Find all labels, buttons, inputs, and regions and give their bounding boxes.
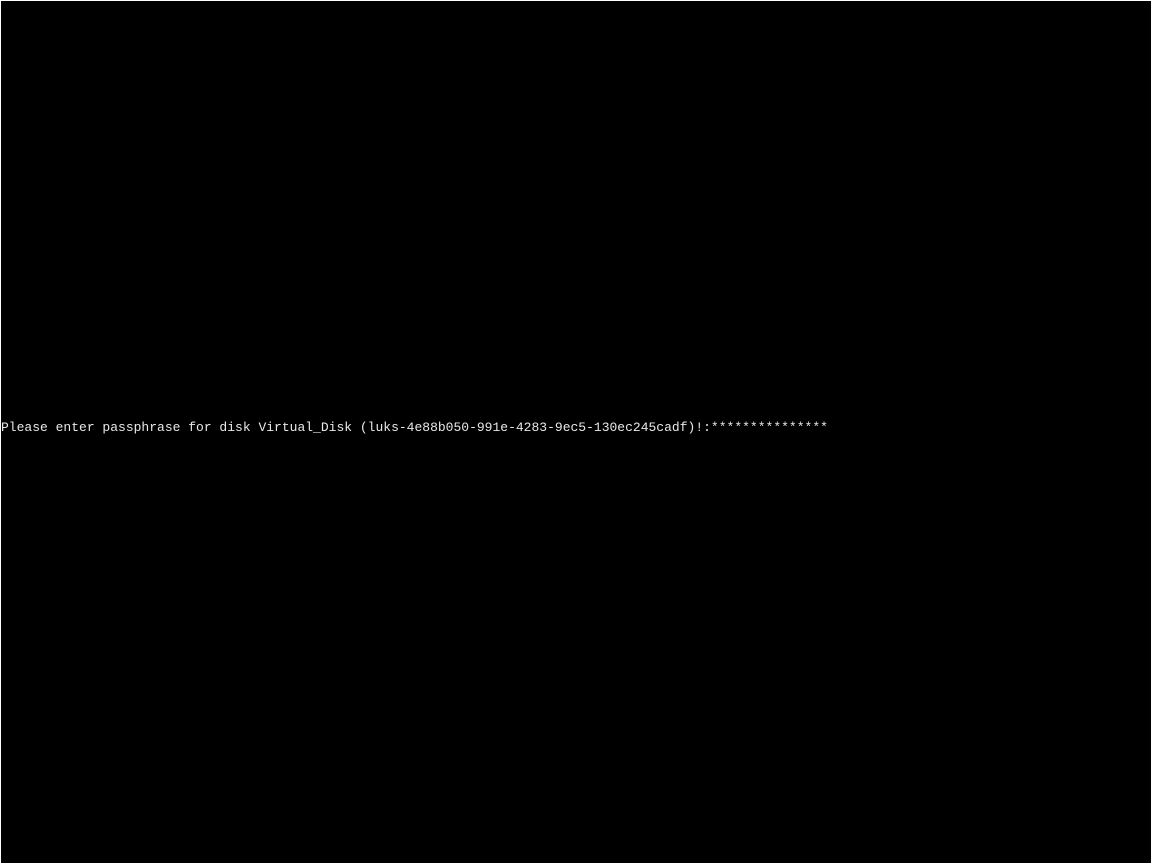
screen-border: Please enter passphrase for disk Virtual…	[0, 0, 1152, 864]
passphrase-input-mask[interactable]: ***************	[711, 420, 828, 435]
passphrase-prompt-text: Please enter passphrase for disk Virtual…	[1, 420, 711, 435]
passphrase-prompt-line: Please enter passphrase for disk Virtual…	[1, 420, 828, 436]
console-screen[interactable]: Please enter passphrase for disk Virtual…	[1, 1, 1151, 863]
